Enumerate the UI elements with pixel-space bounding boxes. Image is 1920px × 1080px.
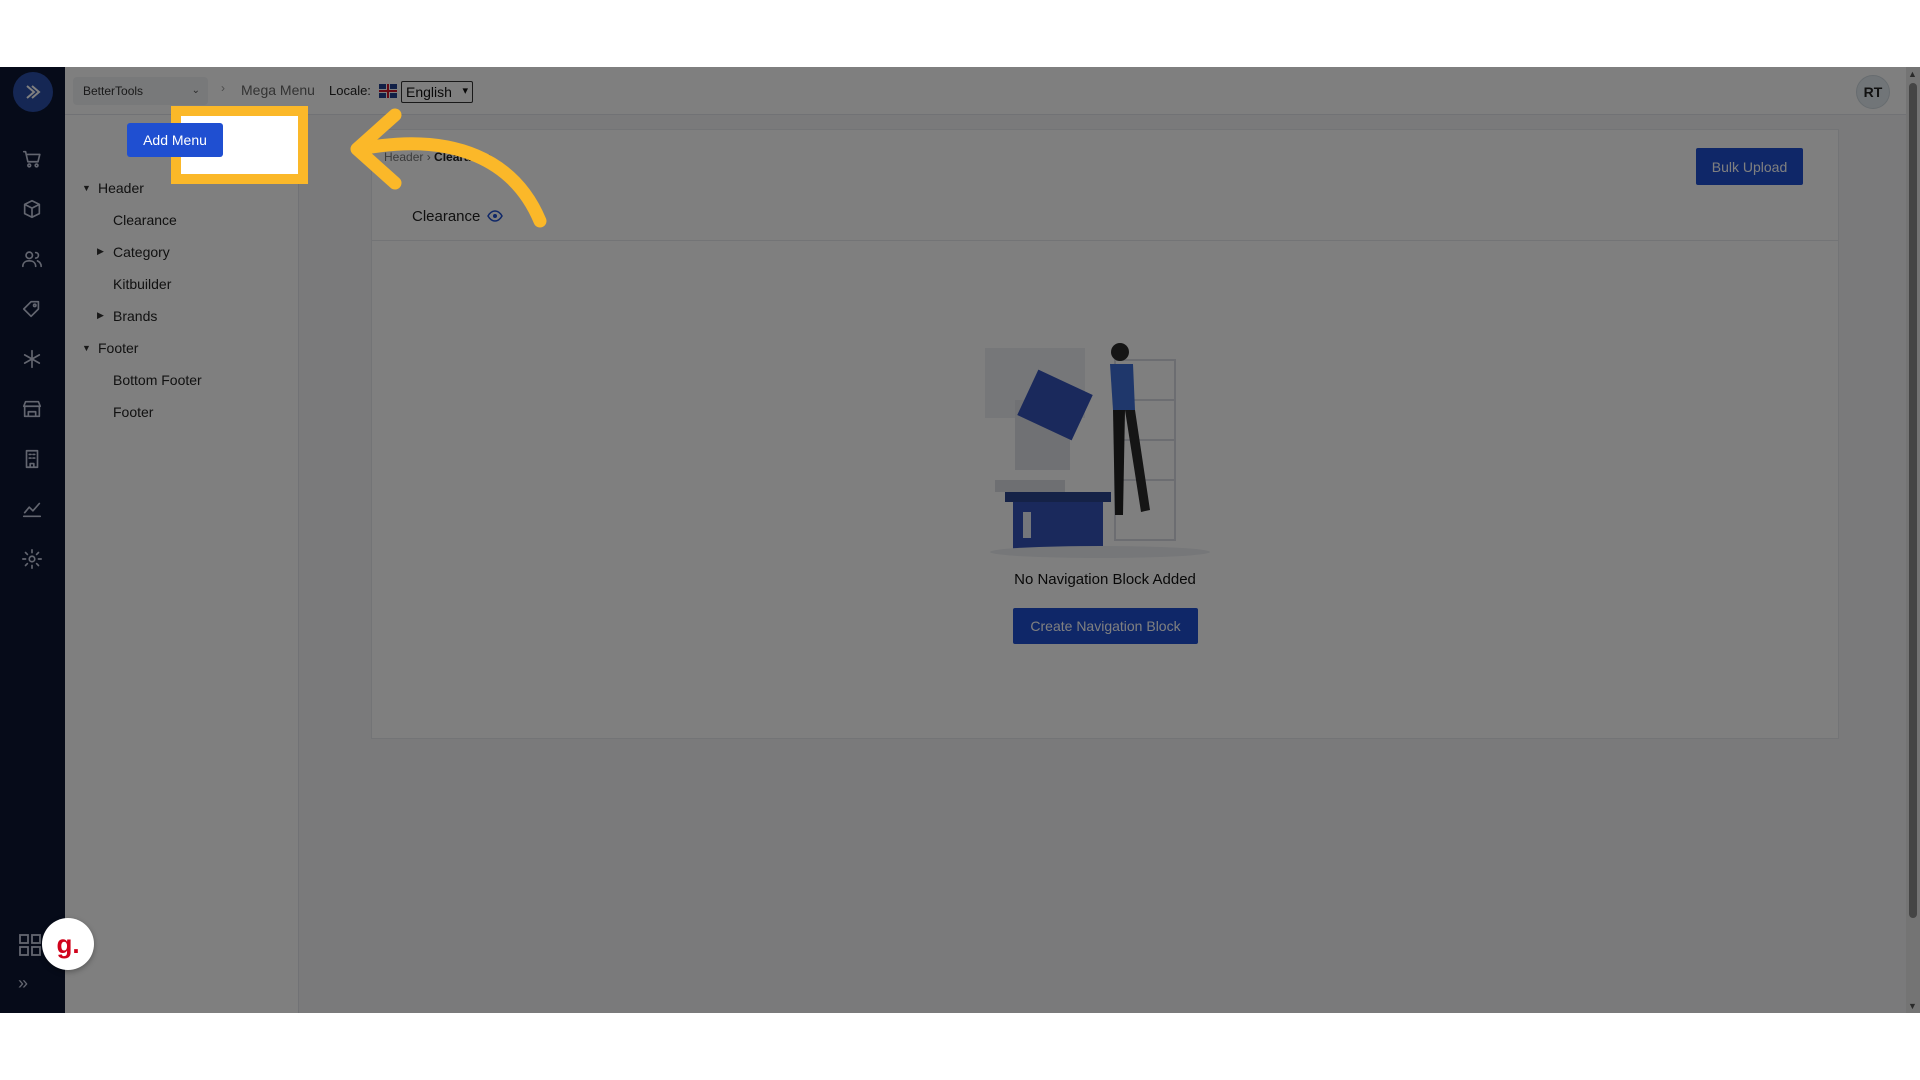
tree-item-label: Footer (113, 404, 154, 420)
caret-right-icon[interactable]: ▶ (97, 246, 104, 257)
tutorial-arrow-icon (350, 108, 547, 228)
tree-item-footer[interactable]: ▼ Footer (82, 340, 139, 356)
empty-state-message: No Navigation Block Added (1014, 571, 1196, 588)
create-navigation-block-button[interactable]: Create Navigation Block (1013, 608, 1198, 644)
asterisk-icon[interactable] (18, 345, 46, 373)
caret-right-icon[interactable]: ▶ (97, 310, 104, 321)
tree-item-kitbuilder[interactable]: Kitbuilder (113, 276, 171, 292)
tree-item-footer-child[interactable]: Footer (113, 404, 153, 420)
tree-item-label: Category (113, 244, 170, 260)
cart-icon[interactable] (18, 145, 46, 173)
language-select[interactable]: English ▾ (401, 81, 473, 103)
scroll-down-icon[interactable]: ▼ (1908, 1001, 1917, 1011)
tree-item-label: Footer (98, 340, 139, 356)
user-avatar[interactable]: RT (1856, 75, 1890, 109)
scroll-up-icon[interactable]: ▲ (1908, 69, 1917, 79)
chevron-down-icon: ▾ (462, 85, 468, 97)
tags-icon[interactable] (18, 295, 46, 323)
locale-label: Locale: (329, 83, 371, 98)
breadcrumb-page[interactable]: Mega Menu (241, 82, 315, 98)
tree-item-bottom-footer[interactable]: Bottom Footer (113, 372, 202, 388)
store-name: BetterTools (83, 84, 144, 98)
expand-sidebar-icon[interactable]: » (18, 973, 28, 994)
tree-item-label: Bottom Footer (113, 372, 202, 388)
empty-state-illustration (985, 343, 1210, 558)
left-nav-rail (0, 67, 65, 1013)
tree-item-label: Clearance (113, 212, 177, 228)
logo-icon (26, 85, 41, 99)
app-frame: BetterTools ⌄ › Mega Menu Locale: Englis… (0, 67, 1920, 1013)
tree-item-label: Header (98, 180, 144, 196)
tree-item-category[interactable]: ▶ Category (97, 244, 170, 260)
users-icon[interactable] (18, 245, 46, 273)
uk-flag-icon (379, 84, 397, 98)
menu-tree-panel: ▼ Header Clearance ▶ Category Kitbuilder… (65, 115, 299, 1013)
bulk-upload-button[interactable]: Bulk Upload (1696, 148, 1803, 185)
caret-down-icon[interactable]: ▼ (82, 183, 91, 193)
package-icon[interactable] (18, 195, 46, 223)
tree-item-header[interactable]: ▼ Header (82, 180, 144, 196)
building-icon[interactable] (18, 445, 46, 473)
chevron-down-icon: ⌄ (191, 85, 200, 96)
add-menu-button[interactable]: Add Menu (127, 123, 223, 157)
card-divider (372, 240, 1838, 241)
analytics-icon[interactable] (18, 495, 46, 523)
store-icon[interactable] (18, 395, 46, 423)
scrollbar-thumb[interactable] (1909, 83, 1917, 918)
apps-grid-icon[interactable] (18, 933, 42, 957)
top-bar: BetterTools ⌄ › Mega Menu Locale: Englis… (65, 67, 1920, 115)
breadcrumb-chevron-icon: › (221, 81, 225, 95)
settings-gear-icon[interactable] (18, 545, 46, 573)
tree-item-label: Brands (113, 308, 158, 324)
store-selector[interactable]: BetterTools ⌄ (73, 77, 208, 105)
page-scrollbar[interactable]: ▲ ▼ (1906, 67, 1920, 1013)
tree-item-brands[interactable]: ▶ Brands (97, 308, 158, 324)
navigation-block-card: Header › Clearance Bulk Upload Clearance (371, 129, 1839, 739)
guide-badge-icon[interactable]: g. (42, 918, 94, 970)
language-value: English (406, 84, 452, 100)
app-logo[interactable] (13, 72, 53, 112)
caret-down-icon[interactable]: ▼ (82, 343, 91, 353)
tree-item-clearance[interactable]: Clearance (113, 212, 177, 228)
tree-item-label: Kitbuilder (113, 276, 172, 292)
